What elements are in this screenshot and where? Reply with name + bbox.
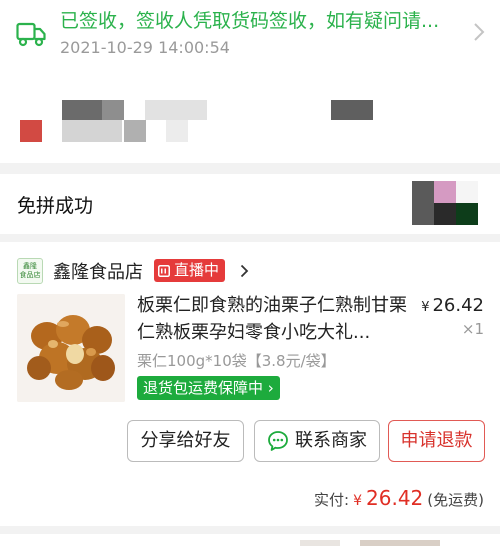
product-quantity: ×1: [461, 320, 484, 338]
chevron-right-icon: [474, 23, 485, 41]
product-title[interactable]: 板栗仁即食熟的油栗子仁熟制甘栗仁熟板栗孕妇零食小吃大礼...: [137, 292, 413, 346]
price-symbol: ¥: [421, 300, 430, 315]
total-label: 实付:: [314, 491, 350, 509]
product-spec: 栗仁100g*10袋【3.8元/袋】: [137, 352, 336, 370]
chevron-right-icon[interactable]: [240, 264, 249, 278]
live-icon: [158, 264, 170, 277]
total-amount: 26.42: [366, 486, 424, 510]
product-price: ¥26.42: [421, 295, 484, 316]
price-value: 26.42: [432, 295, 484, 316]
live-badge[interactable]: 直播中: [154, 259, 226, 282]
group-status-title: 免拼成功: [17, 195, 94, 217]
total-paid: 实付: ¥ 26.42 (免运费): [314, 486, 484, 510]
delivery-time: 2021-10-29 14:00:54: [60, 38, 230, 57]
contact-label: 联系商家: [295, 430, 367, 451]
chat-icon: [268, 431, 288, 451]
live-label: 直播中: [174, 261, 220, 279]
chestnut-image: [17, 294, 125, 402]
shipping-note: (免运费): [427, 491, 484, 509]
total-symbol: ¥: [353, 493, 363, 509]
contact-merchant-button[interactable]: 联系商家: [254, 420, 380, 462]
product-thumbnail[interactable]: [17, 294, 125, 402]
delivery-status: 已签收，签收人凭取货码签收，如有疑问请...: [60, 10, 440, 32]
truck-icon: [16, 22, 46, 47]
refund-button[interactable]: 申请退款: [388, 420, 485, 462]
share-button[interactable]: 分享给好友: [127, 420, 244, 462]
store-logo[interactable]: 鑫隆 食品店: [17, 258, 43, 284]
group-status-card: 免拼成功: [0, 174, 500, 234]
order-card: 鑫隆 食品店 鑫隆食品店 直播中 板栗仁即食熟的油栗子仁熟制甘栗仁熟板栗孕妇零食…: [0, 242, 500, 526]
store-name[interactable]: 鑫隆食品店: [53, 258, 143, 284]
logistics-card[interactable]: 已签收，签收人凭取货码签收，如有疑问请... 2021-10-29 14:00:…: [0, 0, 500, 163]
next-order-card-peek: [0, 534, 500, 546]
return-shipping-guarantee[interactable]: 退货包运费保障中 ›: [137, 376, 280, 400]
